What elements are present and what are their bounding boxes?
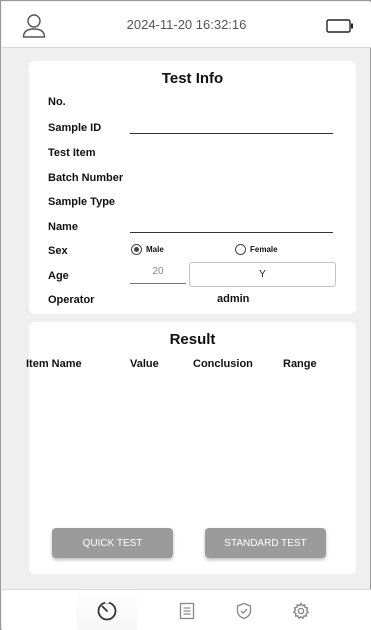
nav-item-records[interactable] bbox=[157, 590, 217, 630]
sample-id-label: Sample ID bbox=[48, 122, 102, 134]
age-unit-select[interactable]: Y bbox=[189, 262, 336, 287]
column-header-range: Range bbox=[283, 358, 317, 370]
column-header-item-name: Item Name bbox=[26, 358, 82, 370]
result-list bbox=[29, 378, 356, 518]
name-input[interactable] bbox=[130, 232, 333, 233]
column-header-value: Value bbox=[130, 358, 159, 370]
operator-value: admin bbox=[217, 293, 250, 305]
quick-test-button[interactable]: QUICK TEST bbox=[52, 528, 173, 558]
name-label: Name bbox=[48, 221, 78, 233]
status-bar: 2024-11-20 16:32:16 bbox=[2, 2, 371, 48]
sex-radio-female[interactable]: Female bbox=[235, 244, 278, 255]
list-icon bbox=[179, 602, 195, 619]
sex-female-label: Female bbox=[250, 245, 278, 254]
datetime-display: 2024-11-20 16:32:16 bbox=[126, 17, 247, 32]
standard-test-button[interactable]: STANDARD TEST bbox=[205, 528, 326, 558]
age-input[interactable] bbox=[130, 260, 186, 284]
sex-male-label: Male bbox=[146, 245, 164, 254]
bottom-nav bbox=[2, 589, 371, 630]
nav-item-settings[interactable] bbox=[271, 590, 331, 630]
sample-id-input[interactable] bbox=[130, 133, 333, 134]
shield-icon bbox=[236, 602, 252, 619]
test-info-card: Test Info No. Sample ID Test Item Batch … bbox=[29, 61, 356, 314]
column-header-conclusion: Conclusion bbox=[193, 358, 253, 370]
age-label: Age bbox=[48, 270, 69, 282]
nav-item-test[interactable] bbox=[77, 590, 137, 630]
result-card: Result Item Name Value Conclusion Range … bbox=[26, 322, 356, 574]
radio-checked-icon bbox=[131, 244, 142, 255]
battery-icon bbox=[326, 19, 353, 33]
result-title: Result bbox=[169, 331, 216, 348]
radio-unchecked-icon bbox=[235, 244, 246, 255]
operator-label: Operator bbox=[48, 294, 95, 306]
nav-item-qc[interactable] bbox=[214, 590, 274, 630]
gear-icon bbox=[292, 601, 310, 619]
test-item-label: Test Item bbox=[48, 147, 96, 159]
no-label: No. bbox=[48, 96, 66, 108]
batch-number-label: Batch Number bbox=[48, 172, 124, 184]
test-info-title: Test Info bbox=[161, 70, 224, 87]
timer-icon bbox=[97, 599, 117, 620]
sex-radio-male[interactable]: Male bbox=[131, 244, 164, 255]
sex-label: Sex bbox=[48, 245, 68, 257]
sample-type-label: Sample Type bbox=[48, 196, 116, 208]
app-frame: 2024-11-20 16:32:16 Test Info No. Sample… bbox=[0, 0, 371, 630]
